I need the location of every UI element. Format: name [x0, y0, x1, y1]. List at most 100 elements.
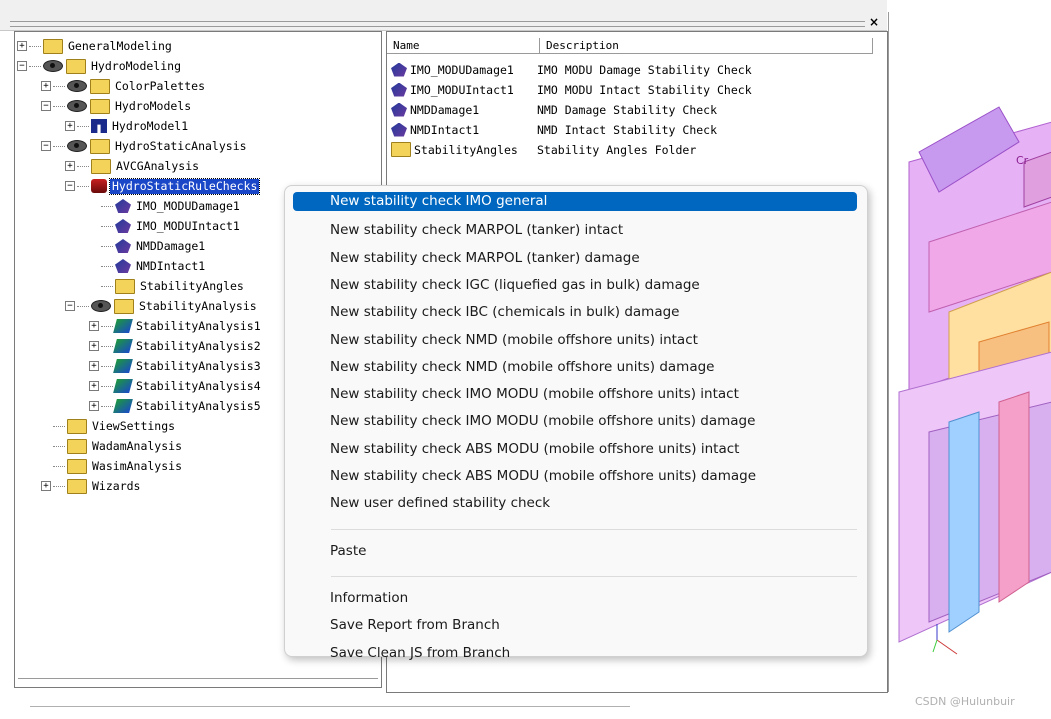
- expand-icon[interactable]: +: [65, 121, 75, 131]
- list-item-name: IMO_MODUDamage1: [410, 62, 514, 77]
- folder-icon: [90, 78, 110, 94]
- titlebar-grip[interactable]: [10, 21, 865, 27]
- tree-item[interactable]: + AVCGAnalysis: [65, 156, 201, 176]
- close-icon[interactable]: ×: [867, 15, 881, 29]
- menu-item[interactable]: Information: [293, 587, 857, 609]
- tree-connector: [53, 85, 65, 87]
- menu-item[interactable]: New user defined stability check: [293, 492, 857, 514]
- menu-item[interactable]: New stability check IMO MODU (mobile off…: [293, 410, 857, 432]
- rule-checks-icon: [91, 179, 107, 193]
- tree-item[interactable]: + StabilityAnalysis2: [89, 336, 263, 356]
- tree-item[interactable]: NMDIntact1: [89, 256, 207, 276]
- tree-item[interactable]: + ColorPalettes: [41, 76, 207, 96]
- stability-check-icon: [391, 102, 407, 117]
- collapse-icon[interactable]: −: [65, 301, 75, 311]
- menu-item[interactable]: New stability check IMO general: [293, 192, 857, 211]
- tree-item-label: StabilityAnalysis3: [136, 358, 261, 373]
- collapse-icon[interactable]: −: [65, 181, 75, 191]
- tree-horizontal-scrollbar[interactable]: [18, 678, 378, 685]
- angles-folder-icon: [115, 278, 135, 294]
- column-header-name[interactable]: Name: [387, 38, 540, 54]
- list-item-name-cell: NMDDamage1: [391, 102, 537, 117]
- menu-item[interactable]: New stability check IMO MODU (mobile off…: [293, 383, 857, 405]
- tree-item[interactable]: ViewSettings: [41, 416, 177, 436]
- menu-item[interactable]: New stability check MARPOL (tanker) inta…: [293, 219, 857, 241]
- watermark: CSDN @Hulunbuir: [915, 695, 1015, 708]
- menu-item[interactable]: Save Report from Branch: [293, 614, 857, 636]
- tree-item-label: HydroModels: [115, 98, 192, 113]
- tree-item-label: WasimAnalysis: [92, 458, 183, 473]
- tree-item[interactable]: + StabilityAnalysis3: [89, 356, 263, 376]
- tree-item[interactable]: + StabilityAnalysis4: [89, 376, 263, 396]
- expand-icon[interactable]: +: [41, 481, 51, 491]
- 3d-model-viewport[interactable]: Cr: [888, 12, 1051, 692]
- tree-item[interactable]: IMO_MODUIntact1: [89, 216, 242, 236]
- list-item-description: NMD Damage Stability Check: [537, 102, 718, 117]
- context-menu: New stability check IMO general New stabi…: [284, 185, 868, 661]
- list-item-name: NMDIntact1: [410, 122, 480, 137]
- collapse-icon[interactable]: −: [41, 101, 51, 111]
- tree-item[interactable]: + HydroModel1: [65, 116, 190, 136]
- tree-item[interactable]: − StabilityAnalysis: [65, 296, 259, 316]
- expand-icon[interactable]: +: [65, 161, 75, 171]
- expand-icon[interactable]: +: [89, 401, 99, 411]
- expand-icon[interactable]: +: [41, 81, 51, 91]
- menu-item[interactable]: New stability check IGC (liquefied gas i…: [293, 274, 857, 296]
- tree-item[interactable]: + GeneralModeling: [17, 36, 174, 56]
- tree-item-label: StabilityAnalysis4: [136, 378, 261, 393]
- stability-analysis-icon: [113, 399, 133, 413]
- menu-item[interactable]: New stability check IBC (chemicals in bu…: [293, 301, 857, 323]
- tree-item-label: StabilityAnalysis1: [136, 318, 261, 333]
- tree-item[interactable]: NMDDamage1: [89, 236, 207, 256]
- list-item-description: Stability Angles Folder: [537, 142, 697, 157]
- menu-item[interactable]: New stability check NMD (mobile offshore…: [293, 329, 857, 351]
- list-item[interactable]: IMO_MODUDamage1 IMO MODU Damage Stability…: [391, 60, 752, 79]
- list-item[interactable]: StabilityAngles Stability Angles Folder: [391, 140, 696, 159]
- tree-item[interactable]: − HydroModels: [41, 96, 193, 116]
- expand-icon[interactable]: +: [89, 381, 99, 391]
- tree-item[interactable]: StabilityAngles: [89, 276, 246, 296]
- tree-item-label: Wizards: [92, 478, 141, 493]
- tree-item[interactable]: IMO_MODUDamage1: [89, 196, 242, 216]
- list-item-name-cell: NMDIntact1: [391, 122, 537, 137]
- tree-item[interactable]: − HydroModeling: [17, 56, 183, 76]
- window-titlebar: ×: [0, 0, 887, 31]
- menu-item[interactable]: New stability check NMD (mobile offshore…: [293, 356, 857, 378]
- tree-item-label: NMDDamage1: [136, 238, 206, 253]
- expand-icon[interactable]: +: [89, 341, 99, 351]
- tree-connector: [101, 405, 113, 407]
- tree-item[interactable]: + StabilityAnalysis1: [89, 316, 263, 336]
- menu-item[interactable]: Save Clean JS from Branch: [293, 642, 857, 664]
- tree-item[interactable]: + StabilityAnalysis5: [89, 396, 263, 416]
- tree-item[interactable]: + Wizards: [41, 476, 142, 496]
- tree-item[interactable]: − HydroStaticAnalysis: [41, 136, 249, 156]
- collapse-icon[interactable]: −: [17, 61, 27, 71]
- tree-item[interactable]: − HydroStaticRuleChecks: [65, 176, 261, 196]
- list-item[interactable]: NMDIntact1 NMD Intact Stability Check: [391, 120, 717, 139]
- menu-separator: [331, 528, 857, 530]
- menu-item[interactable]: New stability check ABS MODU (mobile off…: [293, 465, 857, 487]
- tree-connector: [53, 445, 65, 447]
- tree-connector: [101, 365, 113, 367]
- tree-item-label: ColorPalettes: [115, 78, 206, 93]
- menu-item[interactable]: Paste: [293, 540, 857, 562]
- list-item-name-cell: StabilityAngles: [391, 142, 537, 157]
- expand-icon[interactable]: +: [89, 361, 99, 371]
- expand-icon[interactable]: +: [17, 41, 27, 51]
- tree-item[interactable]: WasimAnalysis: [41, 456, 184, 476]
- expand-icon[interactable]: +: [89, 321, 99, 331]
- menu-separator: [331, 575, 857, 577]
- tree-connector: [77, 125, 89, 127]
- menu-item[interactable]: New stability check ABS MODU (mobile off…: [293, 438, 857, 460]
- tree-item[interactable]: WadamAnalysis: [41, 436, 184, 456]
- column-header-description[interactable]: Description: [540, 38, 873, 54]
- tree-connector: [53, 425, 65, 427]
- menu-item[interactable]: New stability check MARPOL (tanker) dama…: [293, 247, 857, 269]
- tree-item-label: HydroModeling: [91, 58, 182, 73]
- tree-connector: [101, 345, 113, 347]
- list-item-description: IMO MODU Damage Stability Check: [537, 62, 752, 77]
- collapse-icon[interactable]: −: [41, 141, 51, 151]
- list-item[interactable]: NMDDamage1 NMD Damage Stability Check: [391, 100, 717, 119]
- tree-connector: [77, 305, 89, 307]
- list-item[interactable]: IMO_MODUIntact1 IMO MODU Intact Stability…: [391, 80, 752, 99]
